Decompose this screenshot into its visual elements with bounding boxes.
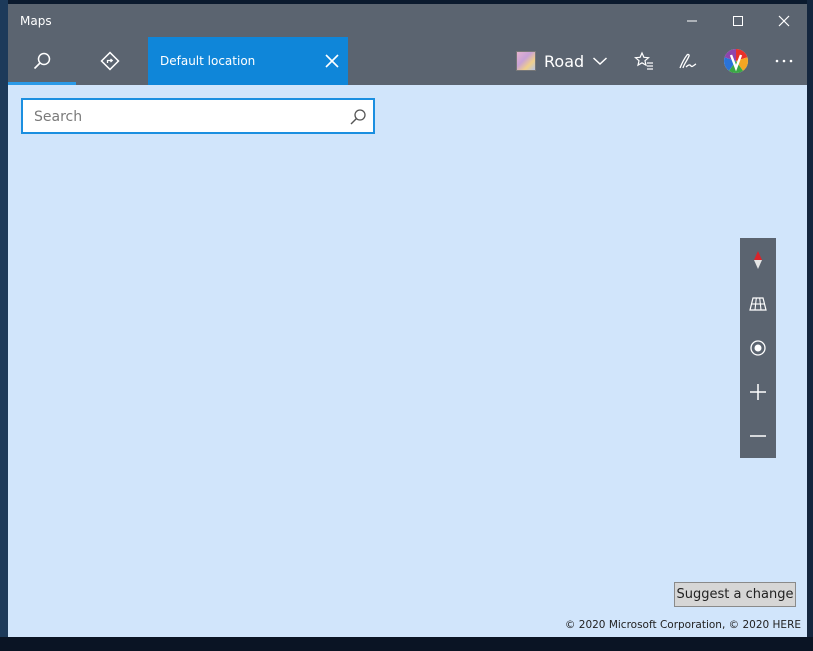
favorites-icon [634,51,653,70]
tilt-3d-icon [749,297,767,311]
tilt-button[interactable] [740,282,776,326]
search-tab-button[interactable] [8,37,76,85]
desktop-background [0,0,8,651]
search-box[interactable] [21,98,375,134]
window-title: Maps [20,14,52,28]
minimize-button[interactable] [669,4,715,37]
compass-icon [754,251,762,269]
toolbar: Default location Road [8,37,807,85]
search-icon [33,52,51,70]
my-location-button[interactable] [740,326,776,370]
minimize-icon [687,20,697,21]
close-window-button[interactable] [761,4,807,37]
ink-pen-icon [679,53,697,69]
map-style-selector[interactable]: Road [516,37,608,85]
close-location-button[interactable] [320,49,344,73]
close-icon [778,15,790,26]
my-location-icon [750,340,766,356]
desktop-background-bottom [0,637,813,651]
maximize-icon [733,15,743,26]
ink-button[interactable] [668,37,708,85]
favorites-button[interactable] [624,37,664,85]
zoom-out-icon [750,435,766,437]
map-controls [740,238,776,458]
default-location-tab[interactable]: Default location [148,37,348,85]
map-style-label: Road [544,51,585,71]
compass-button[interactable] [740,238,776,282]
suggest-change-button[interactable]: Suggest a change [674,582,796,607]
profile-button[interactable] [716,37,756,85]
directions-icon [100,51,120,71]
zoom-in-icon [750,384,766,400]
zoom-out-button[interactable] [740,414,776,458]
copyright-notice: © 2020 Microsoft Corporation, © 2020 HER… [564,619,801,631]
maps-window: Maps Default location Road Search Sugges… [8,4,807,637]
zoom-in-button[interactable] [740,370,776,414]
title-bar[interactable]: Maps [8,4,807,37]
map-canvas[interactable]: Suggest a change © 2020 Microsoft Corpor… [8,85,807,637]
desktop-background-right [807,0,813,651]
close-icon [325,54,339,68]
search-input[interactable] [32,106,336,128]
maximize-button[interactable] [715,4,761,37]
directions-button[interactable] [76,37,144,85]
more-icon [775,59,793,63]
road-map-swatch-icon [516,51,536,71]
chevron-down-icon [592,53,608,69]
profile-avatar [724,49,748,73]
search-icon[interactable] [349,108,367,126]
location-tab-label: Default location [160,54,256,68]
more-options-button[interactable] [762,37,806,85]
